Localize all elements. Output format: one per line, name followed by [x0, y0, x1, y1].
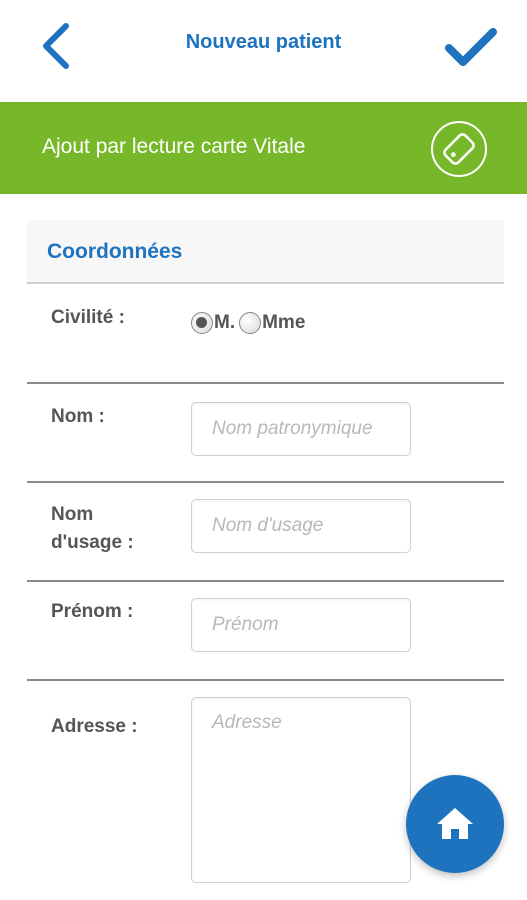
nom-usage-label: Nom d'usage : [51, 501, 134, 557]
tag-card-icon [431, 121, 487, 177]
radio-m-label[interactable]: M. [214, 312, 235, 334]
prenom-label: Prénom : [51, 601, 134, 622]
civilite-row: Civilité : M. Mme [27, 284, 504, 384]
adresse-textarea[interactable] [191, 697, 411, 883]
prenom-input[interactable] [191, 598, 411, 652]
vitale-card-banner[interactable]: Ajout par lecture carte Vitale [0, 102, 527, 194]
app-header: Nouveau patient [0, 0, 527, 102]
radio-mme-label[interactable]: Mme [262, 312, 305, 334]
radio-mme[interactable] [239, 312, 262, 334]
civilite-label: Civilité : [51, 307, 125, 328]
app-screen: Nouveau patient Ajout par lecture carte … [0, 0, 527, 900]
home-button[interactable] [406, 775, 504, 873]
checkmark-icon [445, 28, 497, 66]
home-icon [437, 808, 473, 839]
nom-usage-row: Nom d'usage : [27, 483, 504, 582]
nom-label: Nom : [51, 406, 105, 427]
coordinates-section: Coordonnées Civilité : M. Mme Nom : Nom … [27, 220, 504, 883]
confirm-button[interactable] [443, 24, 499, 72]
section-title: Coordonnées [47, 240, 183, 263]
adresse-label: Adresse : [51, 716, 138, 737]
prenom-row: Prénom : [27, 582, 504, 681]
section-header: Coordonnées [27, 220, 504, 284]
vitale-card-label: Ajout par lecture carte Vitale [42, 135, 306, 158]
nom-input[interactable] [191, 402, 411, 456]
civilite-radio-group: M. Mme [191, 312, 309, 334]
radio-m[interactable] [191, 312, 213, 334]
nom-row: Nom : [27, 384, 504, 483]
nom-usage-input[interactable] [191, 499, 411, 553]
nom-usage-label-line2: d'usage : [51, 532, 134, 553]
nom-usage-label-line1: Nom [51, 504, 94, 525]
